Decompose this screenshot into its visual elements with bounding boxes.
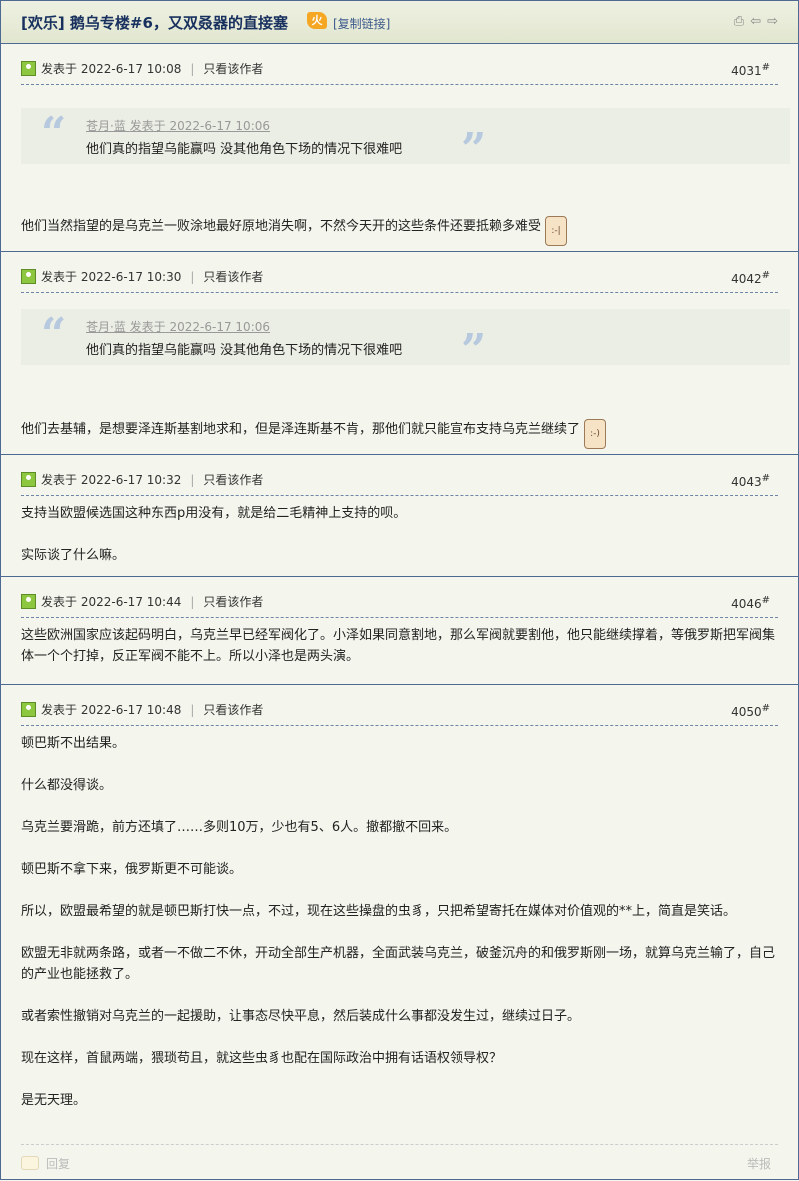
thread-title: [欢乐] 鹅乌专楼#6，又双叒器的直接塞 xyxy=(21,14,288,32)
posted-label: 发表于 xyxy=(41,270,78,284)
post-time: 2022-6-17 10:30 xyxy=(80,270,182,284)
emoticon-icon: :-| xyxy=(545,216,568,246)
hot-badge-icon: 火 xyxy=(307,12,327,29)
quote-close-icon: ” xyxy=(461,124,487,175)
only-author-link[interactable]: 只看该作者 xyxy=(203,703,263,717)
posted-label: 发表于 xyxy=(41,62,78,76)
only-author-link[interactable]: 只看该作者 xyxy=(203,595,263,609)
post-header: 发表于 2022-6-17 10:08 | 只看该作者 4031# xyxy=(21,44,778,85)
printer-icon[interactable]: ⎙ xyxy=(734,14,744,29)
post-time: 2022-6-17 10:44 xyxy=(80,595,182,609)
post-content: 顿巴斯不出结果。 什么都没得谈。 乌克兰要滑跪，前方还填了……多则10万，少也有… xyxy=(21,736,776,1108)
post: 发表于 2022-6-17 10:44 | 只看该作者 4046# 这些欧洲国家应该… xyxy=(1,577,798,685)
post-time: 2022-6-17 10:32 xyxy=(80,473,182,487)
post-content: 他们去基辅，是想要泽连斯基割地求和，但是泽连斯基不肯，那他们就只能宣布支持乌克兰… xyxy=(21,419,778,449)
next-arrow-icon[interactable]: ⇨ xyxy=(767,14,778,29)
user-icon xyxy=(21,702,36,717)
post: 发表于 2022-6-17 10:30 | 只看该作者 4042# “ 苍月·蓝 发… xyxy=(1,252,798,455)
floor-number[interactable]: 4031# xyxy=(731,62,770,78)
post-time: 2022-6-17 10:48 xyxy=(80,703,182,717)
reply-button[interactable]: 回复 xyxy=(21,1155,70,1172)
quote-close-icon: ” xyxy=(461,325,487,376)
user-icon xyxy=(21,269,36,284)
quote-block: “ 苍月·蓝 发表于 2022-6-17 10:06 他们真的指望乌能赢吗 没其… xyxy=(21,309,790,376)
post-header: 发表于 2022-6-17 10:30 | 只看该作者 4042# xyxy=(21,252,778,293)
post-content: 支持当欧盟候选国这种东西p用没有，就是给二毛精神上支持的呗。 实际谈了什么嘛。 xyxy=(21,506,407,563)
user-icon xyxy=(21,472,36,487)
post-header: 发表于 2022-6-17 10:48 | 只看该作者 4050# xyxy=(21,685,778,726)
quote-header[interactable]: 苍月·蓝 发表于 2022-6-17 10:06 xyxy=(86,117,270,134)
user-icon xyxy=(21,594,36,609)
quote-open-icon: “ xyxy=(41,108,67,159)
floor-number[interactable]: 4043# xyxy=(731,473,770,489)
reply-icon xyxy=(21,1156,39,1170)
posted-label: 发表于 xyxy=(41,703,78,717)
post-content: 这些欧洲国家应该起码明白，乌克兰早已经军阀化了。小泽如果同意割地，那么军阀就要割… xyxy=(21,628,776,664)
post-time: 2022-6-17 10:08 xyxy=(80,62,182,76)
only-author-link[interactable]: 只看该作者 xyxy=(203,473,263,487)
thread-header: [欢乐] 鹅乌专楼#6，又双叒器的直接塞 火 [复制链接] ⎙ ⇦ ⇨ xyxy=(1,1,798,44)
copy-link-button[interactable]: [复制链接] xyxy=(333,15,390,32)
emoticon-icon: :-) xyxy=(584,419,607,449)
only-author-link[interactable]: 只看该作者 xyxy=(203,62,263,76)
quote-text: 他们真的指望乌能赢吗 没其他角色下场的情况下很难吧 xyxy=(86,343,403,358)
only-author-link[interactable]: 只看该作者 xyxy=(203,270,263,284)
forum-thread: [欢乐] 鹅乌专楼#6，又双叒器的直接塞 火 [复制链接] ⎙ ⇦ ⇨ 发表于 20… xyxy=(0,0,799,1180)
quote-header[interactable]: 苍月·蓝 发表于 2022-6-17 10:06 xyxy=(86,318,270,335)
user-icon xyxy=(21,61,36,76)
floor-number[interactable]: 4042# xyxy=(731,270,770,286)
quote-block: “ 苍月·蓝 发表于 2022-6-17 10:06 他们真的指望乌能赢吗 没其… xyxy=(21,108,790,175)
floor-number[interactable]: 4050# xyxy=(731,703,770,719)
post: 发表于 2022-6-17 10:32 | 只看该作者 4043# 支持当欧盟候选国… xyxy=(1,455,798,577)
floor-number[interactable]: 4046# xyxy=(731,595,770,611)
prev-arrow-icon[interactable]: ⇦ xyxy=(750,14,761,29)
post: 发表于 2022-6-17 10:08 | 只看该作者 4031# “ 苍月·蓝 发… xyxy=(1,44,798,252)
post-header: 发表于 2022-6-17 10:44 | 只看该作者 4046# xyxy=(21,577,778,618)
posted-label: 发表于 xyxy=(41,595,78,609)
post-footer: 回复 举报 xyxy=(21,1144,778,1181)
post-header: 发表于 2022-6-17 10:32 | 只看该作者 4043# xyxy=(21,455,778,496)
posted-label: 发表于 xyxy=(41,473,78,487)
report-button[interactable]: 举报 xyxy=(747,1155,771,1172)
post-content: 他们当然指望的是乌克兰一败涂地最好原地消失啊，不然今天开的这些条件还要抵赖多难受… xyxy=(21,216,778,246)
quote-open-icon: “ xyxy=(41,309,67,360)
post: 发表于 2022-6-17 10:48 | 只看该作者 4050# 顿巴斯不出结果。… xyxy=(1,685,798,1179)
quote-text: 他们真的指望乌能赢吗 没其他角色下场的情况下很难吧 xyxy=(86,142,403,157)
